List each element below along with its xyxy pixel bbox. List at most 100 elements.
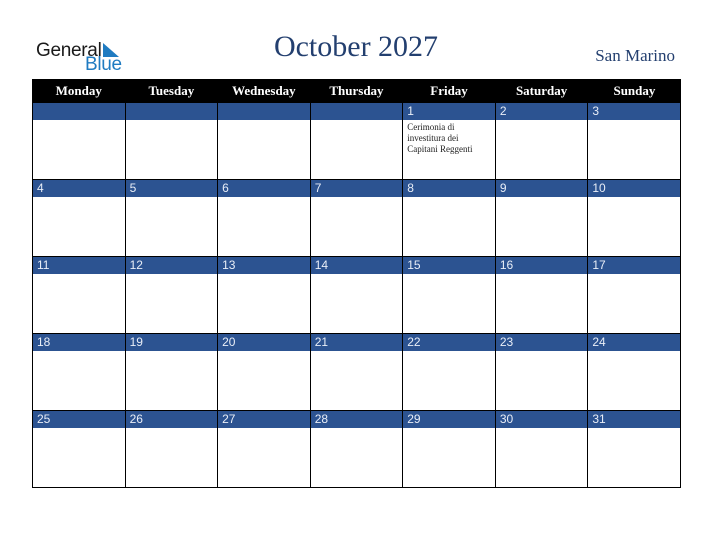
day-number: 21: [310, 334, 403, 351]
day-event: [218, 197, 310, 201]
day-cell[interactable]: 13: [217, 256, 311, 334]
day-cell[interactable]: 9: [494, 179, 589, 257]
day-cell[interactable]: 11: [32, 256, 126, 334]
weekday-header-monday: Monday: [32, 79, 126, 103]
week-row: 11 12 13 14 15 16 17: [32, 256, 681, 334]
day-cell[interactable]: 25: [32, 410, 126, 488]
day-number: 20: [218, 334, 310, 351]
day-cell[interactable]: 3: [587, 102, 681, 180]
day-cell[interactable]: 18: [32, 333, 126, 411]
day-number: 4: [33, 180, 125, 197]
day-event: [588, 197, 680, 201]
day-cell[interactable]: 1 Cerimonia di investitura dei Capitani R…: [402, 102, 496, 180]
day-event: [588, 351, 680, 355]
day-event: [311, 197, 403, 201]
day-number: 3: [588, 103, 680, 120]
day-event: [126, 428, 218, 432]
day-cell[interactable]: 6: [217, 179, 311, 257]
day-cell[interactable]: 15: [402, 256, 496, 334]
day-event: [311, 351, 403, 355]
day-cell[interactable]: 7: [309, 179, 404, 257]
day-event: [33, 274, 125, 278]
day-number: 25: [33, 411, 125, 428]
day-event: [588, 274, 680, 278]
day-cell[interactable]: 17: [587, 256, 681, 334]
day-event: [126, 274, 218, 278]
day-cell[interactable]: [124, 102, 219, 180]
day-number: 11: [33, 257, 125, 274]
day-event: [33, 351, 125, 355]
day-cell[interactable]: 5: [124, 179, 219, 257]
day-cell[interactable]: [32, 102, 126, 180]
day-cell[interactable]: 19: [124, 333, 219, 411]
day-cell[interactable]: 23: [494, 333, 589, 411]
day-number: 30: [495, 411, 588, 428]
day-number: [125, 103, 218, 120]
day-number: 28: [310, 411, 403, 428]
day-number: 19: [125, 334, 218, 351]
day-number: 8: [403, 180, 495, 197]
day-number: 15: [403, 257, 495, 274]
day-event: [311, 274, 403, 278]
day-cell[interactable]: 22: [402, 333, 496, 411]
day-event: [496, 274, 588, 278]
day-event: [311, 120, 403, 124]
day-cell[interactable]: 14: [309, 256, 404, 334]
day-cell[interactable]: 29: [402, 410, 496, 488]
day-number: 22: [403, 334, 495, 351]
day-event: [403, 428, 495, 432]
day-number: 29: [403, 411, 495, 428]
day-cell[interactable]: 4: [32, 179, 126, 257]
day-event: [496, 120, 588, 124]
day-event: [126, 351, 218, 355]
day-event: [126, 197, 218, 201]
day-cell[interactable]: 28: [309, 410, 404, 488]
day-cell[interactable]: 21: [309, 333, 404, 411]
day-number: 10: [588, 180, 680, 197]
day-number: [218, 103, 310, 120]
day-cell[interactable]: 12: [124, 256, 219, 334]
day-number: [310, 103, 403, 120]
day-event: [403, 351, 495, 355]
day-number: 31: [588, 411, 680, 428]
day-number: 9: [495, 180, 588, 197]
calendar-grid: Monday Tuesday Wednesday Thursday Friday Satu…: [32, 79, 681, 488]
day-number: 17: [588, 257, 680, 274]
day-event: [311, 428, 403, 432]
day-event: [33, 197, 125, 201]
day-event: [33, 428, 125, 432]
day-number: 14: [310, 257, 403, 274]
day-number: 23: [495, 334, 588, 351]
day-event: [218, 428, 310, 432]
day-cell[interactable]: 2: [494, 102, 589, 180]
day-event: [218, 351, 310, 355]
day-number: 1: [403, 103, 495, 120]
day-cell[interactable]: 24: [587, 333, 681, 411]
day-cell[interactable]: 20: [217, 333, 311, 411]
day-cell[interactable]: 27: [217, 410, 311, 488]
day-number: 18: [33, 334, 125, 351]
day-number: [33, 103, 125, 120]
day-event: Cerimonia di investitura dei Capitani Re…: [407, 122, 473, 154]
day-cell[interactable]: [217, 102, 311, 180]
day-event: [33, 120, 125, 124]
day-cell[interactable]: 31: [587, 410, 681, 488]
day-cell[interactable]: 30: [494, 410, 589, 488]
weekday-header-thursday: Thursday: [309, 79, 403, 103]
day-event: [218, 120, 310, 124]
day-cell[interactable]: 26: [124, 410, 219, 488]
day-event: [588, 428, 680, 432]
day-cell[interactable]: 16: [494, 256, 589, 334]
day-number: 2: [495, 103, 588, 120]
day-number: 13: [218, 257, 310, 274]
day-cell[interactable]: 8: [402, 179, 496, 257]
day-number: 6: [218, 180, 310, 197]
day-cell[interactable]: [309, 102, 404, 180]
day-event: [496, 351, 588, 355]
day-cell[interactable]: 10: [587, 179, 681, 257]
day-event: [218, 274, 310, 278]
week-row: 1 Cerimonia di investitura dei Capitani R…: [32, 102, 681, 180]
weekday-header-saturday: Saturday: [494, 79, 588, 103]
day-number: 27: [218, 411, 310, 428]
day-event: [403, 197, 495, 201]
